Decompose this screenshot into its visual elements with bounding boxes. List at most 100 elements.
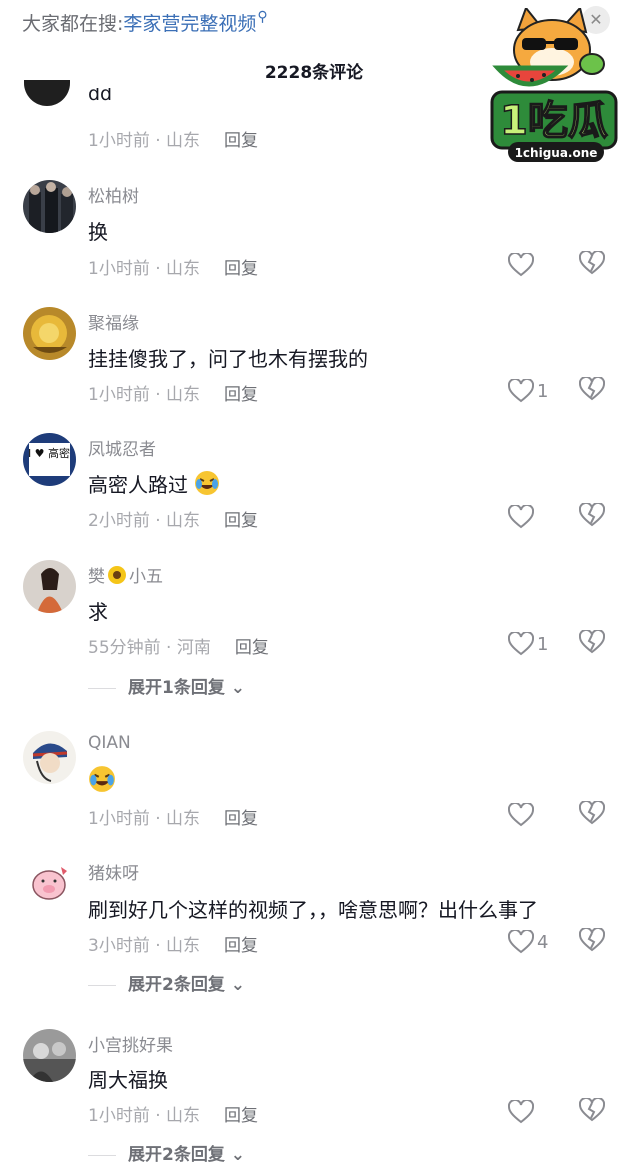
reply-button[interactable]: 回复 — [224, 1106, 258, 1126]
comment-meta: 1小时前 · 山东 回复 — [88, 804, 258, 829]
comment-time-location: 1小时前 · 山东 — [88, 259, 201, 279]
comment-text: 周大福换 — [88, 1068, 168, 1092]
divider — [88, 687, 116, 689]
expand-replies-button[interactable]: 展开1条回复 ⌄ — [88, 673, 245, 698]
hot-search-bar[interactable]: 大家都在搜:李家营完整视频⚲ — [22, 9, 268, 36]
heart-icon — [508, 1100, 534, 1124]
heart-icon — [508, 632, 534, 656]
dislike-button[interactable] — [578, 501, 606, 529]
search-keyword-link[interactable]: 李家营完整视频 — [123, 13, 256, 35]
like-count: 4 — [537, 931, 549, 953]
comment-text-content: 高密人路过 — [88, 473, 188, 497]
username[interactable]: 猪妹呀 — [88, 859, 139, 884]
avatar[interactable] — [23, 560, 76, 613]
chevron-down-icon: ⌄ — [230, 975, 246, 995]
dislike-button[interactable] — [578, 628, 606, 656]
chevron-down-icon: ⌄ — [230, 1145, 246, 1165]
watermark-site-text: 1chigua.one — [515, 146, 598, 160]
search-prefix: 大家都在搜: — [22, 13, 124, 35]
dislike-button[interactable] — [578, 1096, 606, 1124]
search-icon: ⚲ — [257, 9, 268, 25]
comment-time-location: 55分钟前 · 河南 — [88, 638, 211, 658]
heart-icon — [508, 803, 534, 827]
dislike-button[interactable] — [578, 799, 606, 827]
dislike-button[interactable] — [578, 375, 606, 403]
reply-button[interactable]: 回复 — [235, 638, 269, 658]
broken-heart-icon — [578, 249, 606, 275]
comment-meta: 1小时前 · 山东 回复 — [88, 1101, 258, 1126]
comment-time-location: 1小时前 · 山东 — [88, 1106, 201, 1126]
like-button[interactable]: 1 — [508, 377, 558, 405]
heart-icon — [508, 505, 534, 529]
avatar[interactable] — [23, 1029, 76, 1082]
broken-heart-icon — [578, 1096, 606, 1122]
like-count: 1 — [537, 633, 549, 655]
heart-icon — [508, 253, 534, 277]
like-button[interactable] — [508, 251, 558, 279]
avatar[interactable]: I ♥ 高密 — [23, 433, 76, 486]
reply-button[interactable]: 回复 — [224, 809, 258, 829]
comment-text: 求 — [88, 600, 108, 624]
comment-text: 换 — [88, 220, 108, 244]
username[interactable]: 松柏树 — [88, 182, 139, 207]
expand-replies-button[interactable]: 展开2条回复 ⌄ — [88, 1140, 245, 1165]
like-button[interactable]: 4 — [508, 928, 558, 956]
broken-heart-icon — [578, 501, 606, 527]
chevron-down-icon: ⌄ — [230, 678, 246, 698]
watermark-logo: 1吃瓜 1chigua.one — [488, 5, 620, 166]
like-button[interactable] — [508, 1098, 558, 1126]
avatar[interactable] — [24, 80, 70, 106]
username[interactable]: 小宫挑好果 — [88, 1031, 173, 1056]
reply-button[interactable]: 回复 — [224, 511, 258, 531]
comment-meta: 1小时前 · 山东 回复 — [88, 380, 258, 405]
expand-replies-label: 展开1条回复 — [128, 678, 225, 698]
username[interactable]: 樊 小五 — [88, 562, 163, 587]
comment-text: 高密人路过 — [88, 469, 220, 498]
comment-meta: 3小时前 · 山东 回复 — [88, 931, 258, 956]
comment-meta: 2小时前 · 山东 回复 — [88, 506, 258, 531]
comment-time-location: 1小时前 · 山东 — [88, 131, 201, 151]
divider — [88, 984, 116, 986]
comment-meta: 1小时前 · 山东 回复 — [88, 126, 258, 151]
expand-replies-label: 展开2条回复 — [128, 975, 225, 995]
dislike-button[interactable] — [578, 249, 606, 277]
like-button[interactable] — [508, 503, 558, 531]
dislike-button[interactable] — [578, 926, 606, 954]
comment-time-location: 3小时前 · 山东 — [88, 936, 201, 956]
laughing-crying-emoji-icon — [89, 766, 115, 792]
username[interactable]: QIAN — [88, 733, 131, 753]
reply-button[interactable]: 回复 — [224, 131, 258, 151]
broken-heart-icon — [578, 799, 606, 825]
heart-icon — [508, 930, 534, 954]
sunflower-icon — [108, 566, 126, 584]
username-part: 樊 — [88, 567, 105, 587]
like-button[interactable]: 1 — [508, 630, 558, 658]
comment-text: 挂挂傻我了，问了也木有摆我的 — [88, 347, 368, 371]
avatar[interactable] — [23, 857, 76, 910]
comment-text: dd — [88, 88, 113, 105]
expand-replies-label: 展开2条回复 — [128, 1145, 225, 1165]
username-part: 小五 — [129, 567, 163, 587]
reply-button[interactable]: 回复 — [224, 259, 258, 279]
like-count: 1 — [537, 380, 549, 402]
broken-heart-icon — [578, 375, 606, 401]
expand-replies-button[interactable]: 展开2条回复 ⌄ — [88, 970, 245, 995]
avatar[interactable] — [23, 731, 76, 784]
username[interactable]: 聚福缘 — [88, 309, 139, 334]
avatar-caption: I ♥ 高密 — [28, 446, 70, 460]
comment-text: 刷到好几个这样的视频了，，啥意思啊？出什么事了 — [88, 898, 538, 922]
username[interactable]: 凤城忍者 — [88, 435, 156, 460]
avatar[interactable] — [23, 180, 76, 233]
watermark-brand-text: 1吃瓜 — [500, 98, 608, 144]
broken-heart-icon — [578, 926, 606, 952]
divider — [88, 1154, 116, 1156]
heart-icon — [508, 379, 534, 403]
comment-time-location: 1小时前 · 山东 — [88, 385, 201, 405]
reply-button[interactable]: 回复 — [224, 385, 258, 405]
comment-meta: 55分钟前 · 河南 回复 — [88, 633, 269, 658]
avatar[interactable] — [23, 307, 76, 360]
comment-time-location: 1小时前 · 山东 — [88, 809, 201, 829]
like-button[interactable] — [508, 801, 558, 829]
reply-button[interactable]: 回复 — [224, 936, 258, 956]
laughing-crying-emoji-icon — [195, 471, 220, 495]
